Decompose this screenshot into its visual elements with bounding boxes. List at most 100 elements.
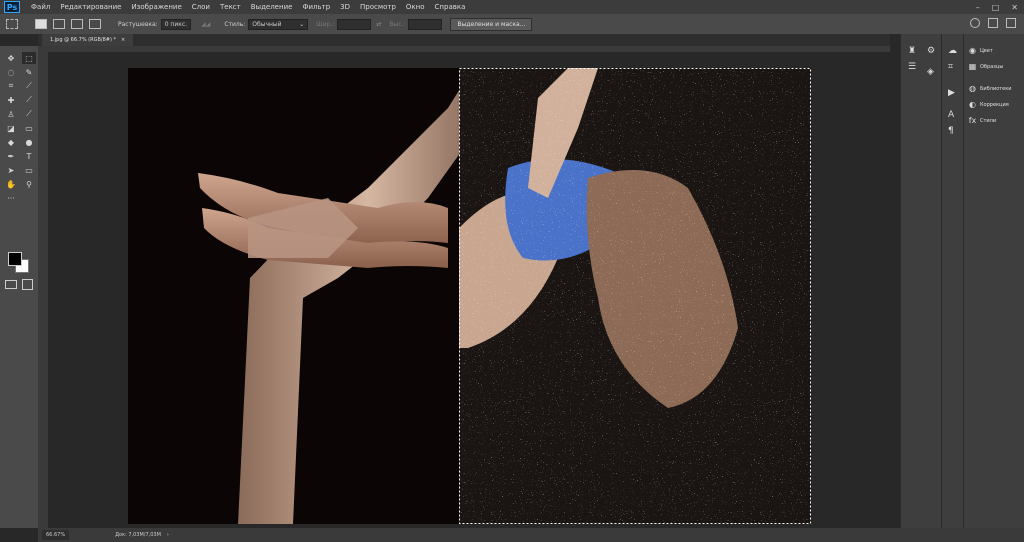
height-label: Выс.: bbox=[389, 20, 406, 28]
menu-view[interactable]: Просмотр bbox=[355, 3, 401, 11]
type-tool-icon[interactable]: T bbox=[22, 150, 36, 162]
aerial-silk-photo bbox=[128, 68, 811, 524]
panel-libraries[interactable]: ◍ Библиотеки bbox=[968, 84, 1012, 93]
properties-icon[interactable]: ⚙ bbox=[927, 46, 935, 56]
quick-mask-icon[interactable] bbox=[5, 280, 17, 289]
swatches-icon: ▦ bbox=[968, 62, 977, 71]
panel-adjustments[interactable]: ◐ Коррекция bbox=[968, 100, 1009, 109]
share-icon[interactable] bbox=[1006, 18, 1016, 28]
style-select-value: Обычный bbox=[252, 20, 282, 28]
play-icon[interactable]: ▶ bbox=[948, 88, 955, 98]
search-icon[interactable] bbox=[970, 18, 980, 28]
menu-bar: Ps Файл Редактирование Изображение Слои … bbox=[0, 0, 1024, 14]
anti-alias-icon: ◢◢ bbox=[201, 20, 211, 28]
menu-type[interactable]: Текст bbox=[215, 3, 246, 11]
photoshop-logo: Ps bbox=[4, 1, 20, 13]
workspace-icon[interactable] bbox=[988, 18, 998, 28]
window-controls: – □ ✕ bbox=[976, 0, 1018, 14]
more-tools-icon[interactable]: ··· bbox=[4, 192, 18, 204]
pen-tool-icon[interactable]: ✒ bbox=[4, 150, 18, 162]
healing-tool-icon[interactable]: ✚ bbox=[4, 94, 18, 106]
history-brush-tool-icon[interactable]: ⟋ bbox=[22, 108, 36, 120]
height-input[interactable] bbox=[408, 18, 443, 30]
zoom-tool-icon[interactable]: ⚲ bbox=[22, 178, 36, 190]
intersect-selection-icon[interactable] bbox=[89, 19, 101, 29]
default-colors-icon[interactable] bbox=[22, 192, 36, 204]
document-tab-title: 1.jpg @ 66.7% (RGB/8#) * bbox=[50, 37, 116, 43]
lasso-tool-icon[interactable]: ◌ bbox=[4, 66, 18, 78]
collapsed-panel-strip: ♜ ☰ ⚙ ◈ bbox=[900, 34, 941, 528]
collapsed-panel-strip-2: ☁ ⌗ ▶ A ¶ bbox=[941, 34, 963, 528]
eyedropper-tool-icon[interactable]: ⟋ bbox=[22, 80, 36, 92]
marquee-preset-icon[interactable] bbox=[6, 19, 18, 29]
add-selection-icon[interactable] bbox=[53, 19, 65, 29]
cloud-icon[interactable]: ☁ bbox=[948, 46, 957, 56]
panel-swatches[interactable]: ▦ Образцы bbox=[968, 62, 1004, 71]
width-label: Шир.: bbox=[316, 20, 335, 28]
options-bar: Растушевка: 0 пикс. ◢◢ Стиль: Обычный ⌄ Ш… bbox=[0, 14, 1024, 35]
brush-tool-icon[interactable]: ⟋ bbox=[22, 94, 36, 106]
panel-dock: ◉ Цвет ▦ Образцы ◍ Библиотеки ◐ Коррекци… bbox=[963, 34, 1024, 528]
subtract-selection-icon[interactable] bbox=[71, 19, 83, 29]
menu-filter[interactable]: Фильтр bbox=[297, 3, 335, 11]
screen-mode-icon[interactable] bbox=[22, 279, 33, 290]
panel-libraries-label: Библиотеки bbox=[980, 85, 1012, 92]
panel-color[interactable]: ◉ Цвет bbox=[968, 46, 993, 55]
eraser-tool-icon[interactable]: ◪ bbox=[4, 122, 18, 134]
menu-edit[interactable]: Редактирование bbox=[55, 3, 126, 11]
document-canvas-image[interactable] bbox=[128, 68, 811, 524]
quick-select-tool-icon[interactable]: ✎ bbox=[22, 66, 36, 78]
document-tab[interactable]: 1.jpg @ 66.7% (RGB/8#) * × bbox=[42, 34, 134, 46]
doc-size-info[interactable]: Док: 7,03M/7,03M bbox=[115, 532, 161, 538]
swap-icon[interactable]: ⇄ bbox=[376, 21, 381, 28]
gradient-tool-icon[interactable]: ▭ bbox=[22, 122, 36, 134]
document-tab-strip: 1.jpg @ 66.7% (RGB/8#) * × bbox=[38, 34, 890, 46]
tools-panel: ✥ ⬚ ◌ ✎ ⌗ ⟋ ✚ ⟋ ♙ ⟋ ◪ ▭ ◆ ● ✒ T ➤ ▭ ✋ ⚲ … bbox=[0, 46, 39, 528]
panel-swatches-label: Образцы bbox=[980, 63, 1004, 70]
foreground-color-swatch[interactable] bbox=[8, 252, 22, 266]
character-icon[interactable]: A bbox=[948, 110, 954, 120]
libraries-icon: ◍ bbox=[969, 84, 976, 93]
paragraph-icon[interactable]: ¶ bbox=[948, 126, 954, 136]
styles-icon: fx bbox=[968, 116, 977, 125]
zoom-field[interactable]: 66.67% bbox=[42, 530, 70, 540]
new-selection-icon[interactable] bbox=[35, 19, 47, 29]
menu-image[interactable]: Изображение bbox=[126, 3, 186, 11]
grid-icon[interactable]: ⌗ bbox=[948, 62, 953, 72]
color-wheel-icon: ◉ bbox=[969, 46, 976, 55]
maximize-button[interactable]: □ bbox=[992, 3, 1000, 12]
style-select[interactable]: Обычный ⌄ bbox=[248, 18, 309, 30]
brush-settings-icon[interactable]: ♜ bbox=[908, 46, 916, 56]
width-input[interactable] bbox=[337, 18, 372, 30]
select-and-mask-button[interactable]: Выделение и маска... bbox=[450, 17, 533, 31]
menu-window[interactable]: Окно bbox=[401, 3, 430, 11]
menu-3d[interactable]: 3D bbox=[335, 3, 355, 11]
status-menu-icon[interactable]: › bbox=[167, 532, 169, 538]
brush-presets-icon[interactable]: ☰ bbox=[908, 62, 916, 72]
dodge-tool-icon[interactable]: ● bbox=[22, 136, 36, 148]
feather-label: Растушевка: bbox=[118, 20, 158, 28]
feather-input[interactable]: 0 пикс. bbox=[160, 18, 192, 30]
hand-tool-icon[interactable]: ✋ bbox=[4, 178, 18, 190]
menu-select[interactable]: Выделение bbox=[246, 3, 298, 11]
adjustments-icon: ◐ bbox=[969, 100, 976, 109]
panel-color-label: Цвет bbox=[980, 47, 993, 54]
panel-styles-label: Стили bbox=[980, 117, 997, 124]
path-select-tool-icon[interactable]: ➤ bbox=[4, 164, 18, 176]
menu-layer[interactable]: Слои bbox=[187, 3, 215, 11]
menu-file[interactable]: Файл bbox=[26, 3, 55, 11]
minimize-button[interactable]: – bbox=[976, 3, 980, 12]
blur-tool-icon[interactable]: ◆ bbox=[4, 136, 18, 148]
rect-marquee-tool-icon[interactable]: ⬚ bbox=[22, 52, 36, 64]
close-tab-icon[interactable]: × bbox=[121, 37, 125, 43]
stamp-tool-icon[interactable]: ♙ bbox=[4, 108, 18, 120]
move-tool-icon[interactable]: ✥ bbox=[4, 52, 18, 64]
style-label: Стиль: bbox=[224, 20, 246, 28]
crop-tool-icon[interactable]: ⌗ bbox=[4, 80, 18, 92]
panel-styles[interactable]: fx Стили bbox=[968, 116, 996, 125]
shape-tool-icon[interactable]: ▭ bbox=[22, 164, 36, 176]
menu-help[interactable]: Справка bbox=[430, 3, 471, 11]
layers-icon[interactable]: ◈ bbox=[927, 67, 934, 77]
close-button[interactable]: ✕ bbox=[1011, 3, 1018, 12]
options-right bbox=[970, 18, 1016, 28]
